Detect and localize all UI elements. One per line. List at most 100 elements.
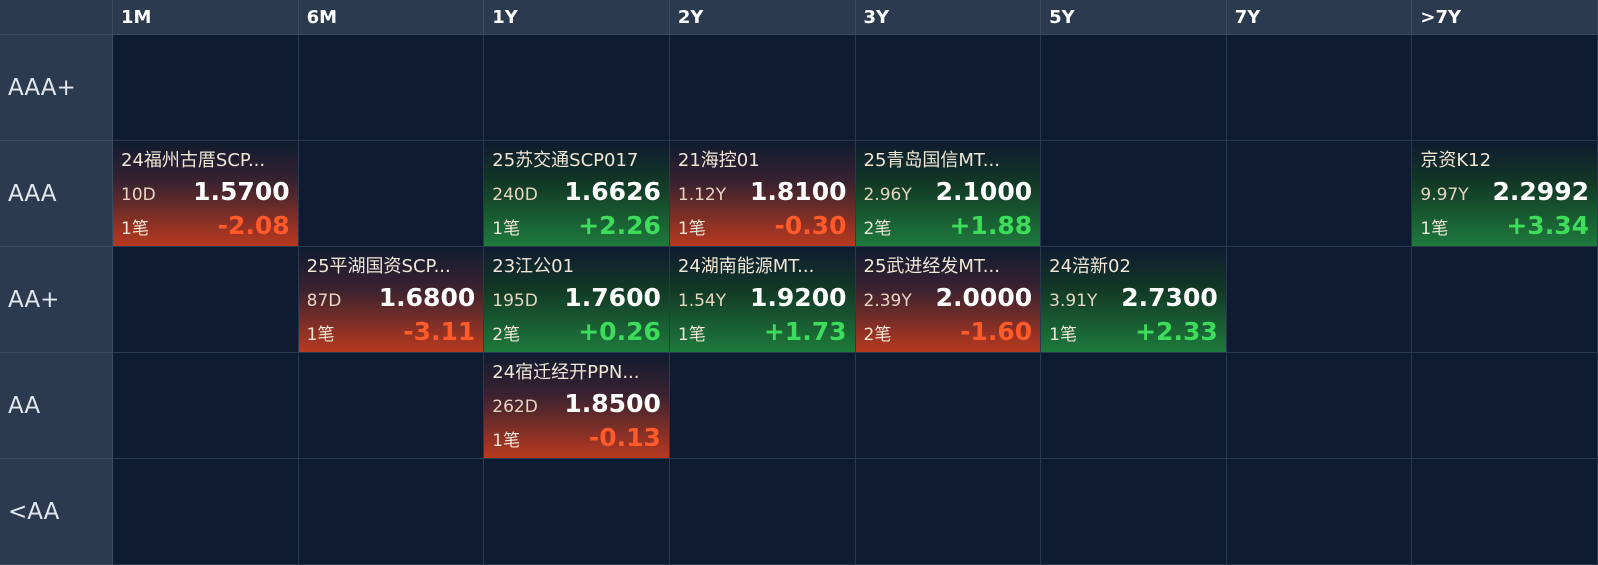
trade-count: 1笔 (1049, 325, 1077, 345)
trade-count: 1笔 (306, 325, 335, 345)
column-header[interactable]: 5Y (1041, 0, 1227, 35)
matrix-cell[interactable]: 25平湖国资SCP... 87D 1.6800 1笔 -3.11 (298, 247, 485, 353)
bond-change-row: 1笔 +2.33 (1049, 317, 1218, 346)
bond-yield: 1.8500 (564, 389, 661, 418)
bond-yield-row: 195D 1.7600 (492, 283, 661, 312)
bond-card[interactable]: 24湖南能源MT... 1.54Y 1.9200 1笔 +1.73 (669, 247, 855, 352)
matrix-cell (669, 353, 856, 459)
matrix-cell (1226, 141, 1413, 247)
bond-card[interactable]: 21海控01 1.12Y 1.8100 1笔 -0.30 (669, 141, 855, 246)
column-header[interactable]: 7Y (1226, 0, 1413, 35)
matrix-cell (113, 353, 299, 459)
bond-change-row: 2笔 +0.26 (492, 317, 661, 346)
matrix-cell[interactable]: 24宿迁经开PPN... 262D 1.8500 1笔 -0.13 (484, 353, 670, 459)
matrix-cell[interactable]: 25青岛国信MT... 2.96Y 2.1000 2笔 +1.88 (855, 141, 1042, 247)
bond-card[interactable]: 25平湖国资SCP... 87D 1.6800 1笔 -3.11 (298, 247, 484, 352)
bond-yield-row: 87D 1.6800 (307, 283, 476, 312)
matrix-cell (1041, 353, 1227, 459)
column-header[interactable]: 1M (113, 0, 299, 35)
matrix-cell (1226, 353, 1413, 459)
bond-yield-row: 1.54Y 1.9200 (678, 283, 847, 312)
matrix-cell (113, 247, 299, 353)
row-header[interactable]: <AA (0, 459, 113, 565)
matrix-cell[interactable]: 24福州古厝SCP... 10D 1.5700 1笔 -2.08 (113, 141, 299, 247)
bond-term: 10D (121, 185, 156, 205)
matrix-cell[interactable]: 24涪新02 3.91Y 2.7300 1笔 +2.33 (1041, 247, 1227, 353)
trade-count: 1笔 (1420, 219, 1449, 239)
matrix-cell (1041, 141, 1227, 247)
column-header[interactable]: 1Y (484, 0, 670, 35)
bond-card[interactable]: 25苏交通SCP017 240D 1.6626 1笔 +2.26 (484, 141, 669, 246)
bond-card[interactable]: 23江公01 195D 1.7600 2笔 +0.26 (484, 247, 669, 352)
row-header[interactable]: AA+ (0, 247, 113, 353)
row-header[interactable]: AAA (0, 141, 113, 247)
bond-term: 1.54Y (677, 291, 727, 311)
matrix-cell[interactable]: 21海控01 1.12Y 1.8100 1笔 -0.30 (669, 141, 856, 247)
matrix-cell (855, 35, 1042, 141)
bond-yield-row: 262D 1.8500 (492, 389, 661, 418)
yield-change: +2.26 (578, 211, 661, 240)
bond-card[interactable]: 24宿迁经开PPN... 262D 1.8500 1笔 -0.13 (484, 353, 669, 458)
trade-count: 1笔 (492, 431, 521, 451)
bond-yield: 2.1000 (935, 177, 1033, 206)
matrix-cell[interactable]: 25武进经发MT... 2.39Y 2.0000 2笔 -1.60 (855, 247, 1042, 353)
bond-name: 23江公01 (492, 256, 575, 277)
bond-card[interactable]: 24涪新02 3.91Y 2.7300 1笔 +2.33 (1041, 247, 1226, 352)
bond-yield: 2.0000 (935, 283, 1033, 312)
matrix-cell (1226, 459, 1413, 565)
bond-term: 240D (492, 185, 538, 205)
matrix-cell (855, 353, 1042, 459)
yield-change: +0.26 (578, 317, 661, 346)
bond-name: 25苏交通SCP017 (492, 150, 639, 171)
row-header[interactable]: AAA+ (0, 35, 113, 141)
bond-yield-row: 240D 1.6626 (492, 177, 661, 206)
bond-yield: 1.6800 (378, 283, 476, 312)
bond-yield-row: 1.12Y 1.8100 (678, 177, 847, 206)
bond-term: 9.97Y (1420, 185, 1469, 205)
matrix-cell (669, 35, 856, 141)
matrix-cell (484, 35, 670, 141)
bond-change-row: 1笔 +2.26 (492, 211, 661, 240)
bond-change-row: 1笔 -0.30 (678, 211, 847, 240)
bond-yield: 2.2992 (1492, 177, 1589, 206)
row-header[interactable]: AA (0, 353, 113, 459)
bond-name: 24涪新02 (1049, 256, 1131, 277)
bond-term: 2.39Y (863, 291, 912, 311)
bond-yield: 1.7600 (564, 283, 661, 312)
bond-name: 25平湖国资SCP... (306, 256, 451, 277)
matrix-cell (1412, 459, 1598, 565)
matrix-cell (113, 459, 299, 565)
matrix-cell (1412, 247, 1598, 353)
bond-card[interactable]: 25青岛国信MT... 2.96Y 2.1000 2笔 +1.88 (855, 141, 1041, 246)
bond-name: 京资K12 (1420, 150, 1492, 171)
bond-card[interactable]: 京资K12 9.97Y 2.2992 1笔 +3.34 (1412, 141, 1597, 246)
column-header[interactable]: >7Y (1412, 0, 1598, 35)
bond-card[interactable]: 25武进经发MT... 2.39Y 2.0000 2笔 -1.60 (855, 247, 1041, 352)
matrix-cell[interactable]: 24湖南能源MT... 1.54Y 1.9200 1笔 +1.73 (669, 247, 856, 353)
matrix-cell[interactable]: 25苏交通SCP017 240D 1.6626 1笔 +2.26 (484, 141, 670, 247)
matrix-cell (1041, 35, 1227, 141)
bond-change-row: 1笔 -0.13 (492, 423, 661, 452)
matrix-cell (113, 35, 299, 141)
bond-change-row: 1笔 -3.11 (307, 317, 476, 346)
trade-count: 1笔 (677, 325, 706, 345)
bond-change-row: 1笔 +3.34 (1420, 211, 1589, 240)
bond-name: 24湖南能源MT... (677, 256, 815, 277)
matrix-cell[interactable]: 23江公01 195D 1.7600 2笔 +0.26 (484, 247, 670, 353)
column-header[interactable]: 3Y (855, 0, 1042, 35)
trade-count: 1笔 (677, 219, 706, 239)
bond-name: 25青岛国信MT... (863, 150, 1000, 171)
yield-change: +3.34 (1506, 211, 1589, 240)
bond-name: 24福州古厝SCP... (121, 150, 266, 171)
matrix-cell (1226, 35, 1413, 141)
yield-change: +2.33 (1135, 317, 1218, 346)
column-header[interactable]: 2Y (669, 0, 856, 35)
bond-card[interactable]: 24福州古厝SCP... 10D 1.5700 1笔 -2.08 (113, 141, 298, 246)
column-header[interactable]: 6M (298, 0, 485, 35)
matrix-cell[interactable]: 京资K12 9.97Y 2.2992 1笔 +3.34 (1412, 141, 1598, 247)
trade-count: 2笔 (492, 325, 521, 345)
bond-term: 87D (306, 291, 342, 311)
bond-term: 195D (492, 291, 538, 311)
matrix-cell (1041, 459, 1227, 565)
bond-change-row: 2笔 -1.60 (864, 317, 1033, 346)
